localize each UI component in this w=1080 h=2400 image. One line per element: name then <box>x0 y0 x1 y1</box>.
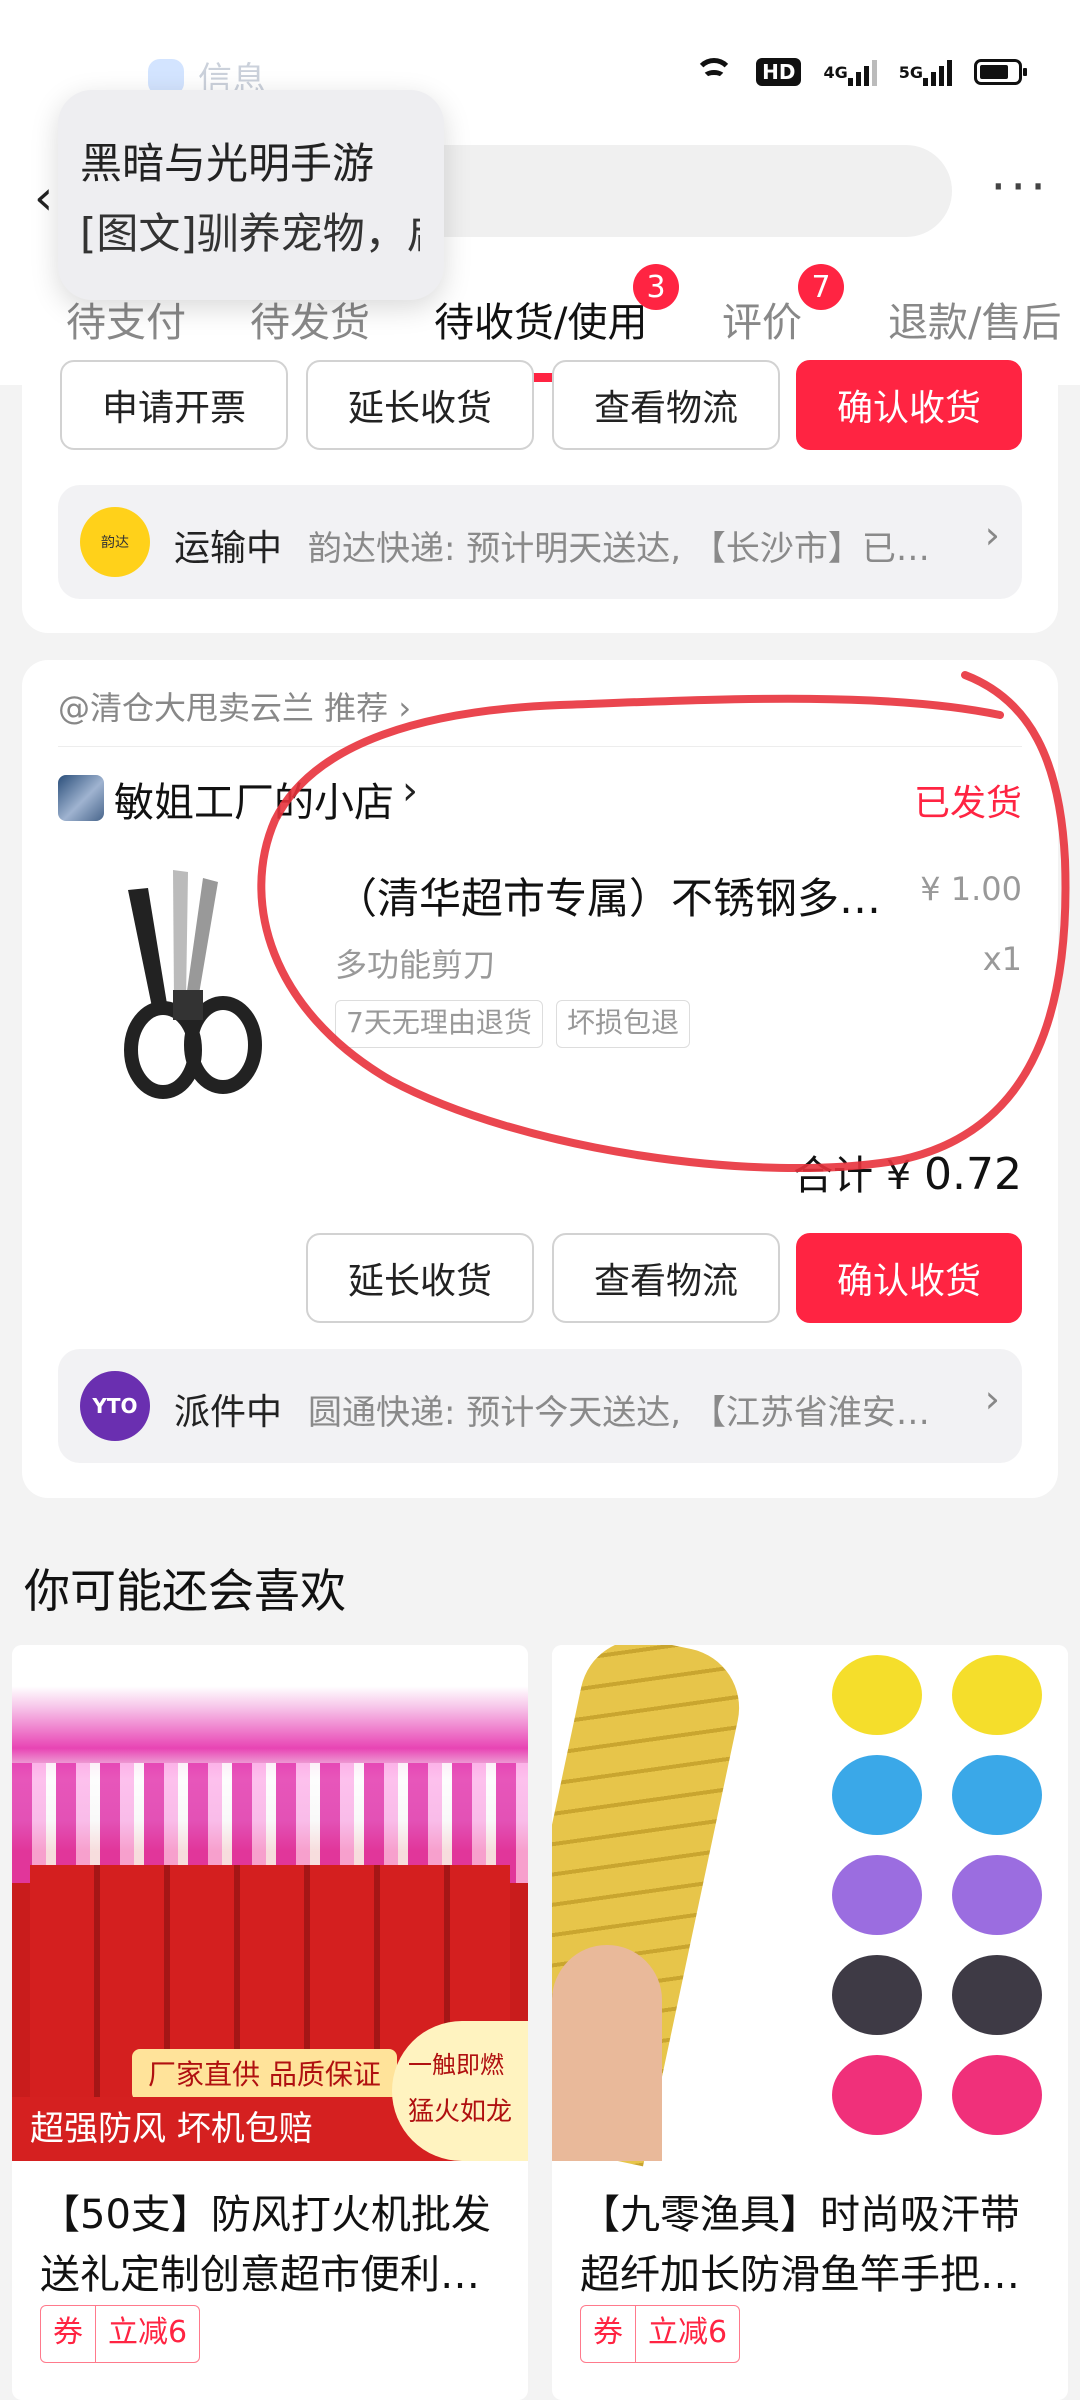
recommended-product-title: 【九零渔具】时尚吸汗带超纤加长防滑鱼竿手把… <box>580 2192 1020 2298</box>
confirm-receipt-button[interactable]: 确认收货 <box>796 1233 1022 1323</box>
recommendations-title: 你可能还会喜欢 <box>24 1564 346 1618</box>
logistics-bar-1[interactable]: 韵达 运输中 韵达快递: 预计明天送达, 【长沙市】已… › <box>58 485 1022 599</box>
tab-badge-receipt: 3 <box>633 264 679 310</box>
battery-icon <box>974 59 1027 85</box>
chevron-right-icon[interactable]: › <box>402 768 418 814</box>
signal-5g-icon: 5G <box>899 58 952 86</box>
service-tag: 坏损包退 <box>556 1000 691 1048</box>
status-bar-icons: HD 4G 5G <box>694 50 1027 94</box>
chevron-right-icon: › <box>984 513 1000 557</box>
chevron-left-icon: ‹ <box>34 170 54 226</box>
back-button[interactable]: ‹ <box>34 170 53 226</box>
product-thumbnail[interactable] <box>58 860 308 1110</box>
shop-name[interactable]: 敏姐工厂的小店 <box>114 770 394 828</box>
tab-pending-receipt[interactable]: 待收货/使用 <box>434 290 647 348</box>
recommender-link[interactable]: @清仓大甩卖云兰 推荐 › <box>58 683 411 729</box>
logistics-bar-2[interactable]: YTO 派件中 圆通快递: 预计今天送达, 【江苏省淮安… › <box>58 1349 1022 1463</box>
view-logistics-button[interactable]: 查看物流 <box>552 1233 780 1323</box>
order-status: 已发货 <box>913 783 1022 824</box>
yto-logo-icon: YTO <box>80 1371 150 1441</box>
divider <box>58 746 1022 747</box>
tab-refund[interactable]: 退款/售后 <box>888 290 1061 348</box>
product-price: ¥ 1.00 <box>920 870 1022 908</box>
request-invoice-button[interactable]: 申请开票 <box>60 360 288 450</box>
chevron-right-icon: › <box>984 1377 1000 1421</box>
yunda-logo-icon: 韵达 <box>80 507 150 577</box>
recommended-product-title: 【50支】防风打火机批发送礼定制创意超市便利… <box>40 2192 491 2298</box>
logistics-status: 派件中 <box>174 1392 283 1433</box>
notification-body: [图文]驯养宠物，启 <box>80 209 420 258</box>
scissors-image <box>124 870 262 1099</box>
signal-4g-icon: 4G <box>823 58 877 86</box>
wifi-icon <box>694 58 734 86</box>
confirm-receipt-button[interactable]: 确认收货 <box>796 360 1022 450</box>
tab-badge-reviews: 7 <box>798 264 844 310</box>
order-card-1: 申请开票 延长收货 查看物流 确认收货 韵达 运输中 韵达快递: 预计明天送达,… <box>22 360 1058 633</box>
product-quantity: x1 <box>982 940 1022 978</box>
grip-tape-product-image <box>552 1645 1068 2167</box>
extend-receipt-button[interactable]: 延长收货 <box>306 1233 534 1323</box>
hd-voice-icon: HD <box>756 58 802 86</box>
recommended-product-card[interactable]: 厂家直供 品质保证 超强防风 坏机包赔 一触即燃 猛火如龙 【50支】防风打火机… <box>12 1645 528 2400</box>
notification-banner[interactable]: 黑暗与光明手游 [图文]驯养宠物，启 <box>58 90 444 300</box>
notification-title: 黑暗与光明手游 <box>80 139 375 188</box>
logistics-status: 运输中 <box>174 528 283 569</box>
coupon-badge: 券 立减6 <box>40 2305 201 2363</box>
recommended-product-card[interactable]: 【九零渔具】时尚吸汗带超纤加长防滑鱼竿手把… 券 立减6 <box>552 1645 1068 2400</box>
coupon-badge: 券 立减6 <box>580 2305 741 2363</box>
order-total: 合计 ¥ 0.72 <box>793 1149 1022 1200</box>
search-bar[interactable] <box>380 145 952 237</box>
product-title[interactable]: （清华超市专属）不锈钢多… <box>335 865 895 926</box>
service-tag: 7天无理由退货 <box>335 1000 543 1048</box>
extend-receipt-button[interactable]: 延长收货 <box>306 360 534 450</box>
shop-avatar <box>58 775 104 821</box>
logistics-detail: 韵达快递: 预计明天送达, 【长沙市】已… <box>308 529 930 569</box>
tab-reviews[interactable]: 评价 <box>722 290 802 348</box>
lighter-product-image: 厂家直供 品质保证 超强防风 坏机包赔 一触即燃 猛火如龙 <box>12 1645 528 2161</box>
chevron-right-icon: › <box>398 689 412 727</box>
more-options-button[interactable]: ··· <box>990 158 1050 216</box>
logistics-detail: 圆通快递: 预计今天送达, 【江苏省淮安… <box>308 1393 930 1433</box>
view-logistics-button[interactable]: 查看物流 <box>552 360 780 450</box>
product-spec: 多功能剪刀 <box>335 946 496 984</box>
